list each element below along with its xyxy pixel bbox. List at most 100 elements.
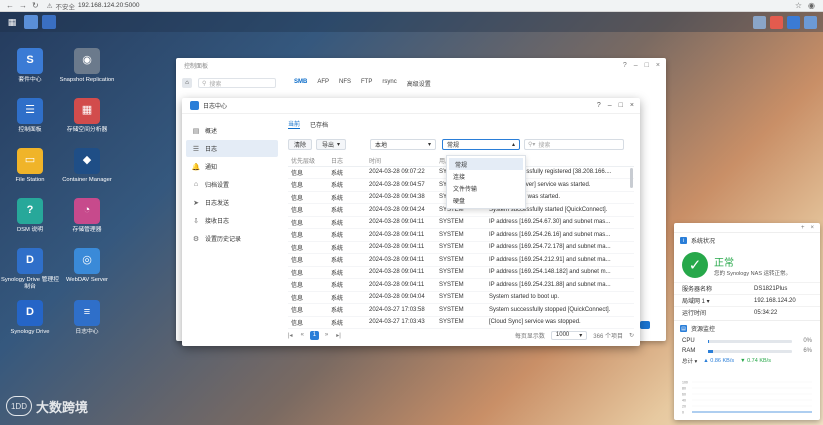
table-row[interactable]: 信息 系统 2024-03-27 17:03:58 SYSTEM System succ… [288, 303, 634, 317]
search-icon[interactable] [804, 15, 817, 29]
sidebar-item[interactable]: ▤ 概述 [186, 122, 278, 139]
log-search-input[interactable]: ⚲▾ 搜索 [524, 138, 624, 150]
sidebar-item[interactable]: ⚙ 设置历史记录 [186, 230, 278, 247]
taskbar-tray [753, 15, 817, 29]
chevron-down-icon: ▾ [427, 141, 431, 148]
tab-rsync[interactable]: rsync [382, 79, 396, 88]
back-icon[interactable]: ← [6, 1, 14, 10]
add-widget-icon[interactable]: + [801, 225, 805, 231]
column-header[interactable]: 优先层级 [288, 155, 328, 167]
dropdown-option[interactable]: 常规 [449, 158, 523, 170]
minimize-icon[interactable]: – [608, 102, 612, 109]
desktop-icon[interactable]: ≡ 日志中心 [57, 300, 117, 336]
tab-smb[interactable]: SMB [294, 79, 307, 88]
tab-archived[interactable]: 已存档 [310, 120, 328, 129]
sidebar-item[interactable]: ☰ 日志 [186, 140, 278, 157]
per-page-select[interactable]: 1000 ▾ [550, 330, 588, 340]
table-cell: 2024-03-28 09:07:22 [366, 166, 436, 179]
desktop-icon[interactable]: ? DSM 说明 [0, 198, 60, 234]
location-select[interactable]: 本地 ▾ [370, 138, 436, 150]
desktop-icon-label: 存储空间分析器 [66, 127, 108, 133]
control-panel-search-input[interactable]: ⚲ 搜索 [198, 78, 276, 88]
desktop-icon[interactable]: D Synology Drive 管理控制台 [0, 248, 60, 291]
desktop-icon[interactable]: ◆ Container Manager [57, 148, 117, 184]
dropdown-option[interactable]: 硬盘 [447, 194, 525, 206]
table-row[interactable]: 信息 系统 2024-03-28 09:04:11 SYSTEM IP address … [288, 253, 634, 267]
log-center-main: 当前 已存档 清除 导出 ▾ 本地 ▾ 常规 ▴ ⚲▾ 搜索 优先层级 日志 时间 用户… [288, 118, 634, 329]
table-row[interactable]: 信息 系统 2024-03-27 17:03:43 SYSTEM [Cloud Sync… [288, 316, 634, 329]
export-button[interactable]: 导出 ▾ [316, 138, 347, 150]
desktop-icon[interactable]: D Synology Drive [0, 300, 60, 336]
log-type-select[interactable]: 常规 ▴ [442, 138, 520, 150]
apply-button[interactable] [640, 321, 650, 329]
column-header[interactable]: 时间 [366, 155, 436, 167]
desktop-icon[interactable]: S 套件中心 [0, 48, 60, 84]
user-icon[interactable] [770, 15, 783, 29]
home-icon[interactable]: ⌂ [182, 78, 192, 88]
table-row[interactable]: 信息 系统 2024-03-28 09:04:11 SYSTEM IP address … [288, 216, 634, 229]
help-icon[interactable]: ? [623, 62, 627, 69]
address-bar[interactable]: ⚠ 不安全 192.168.124.20:5000 [47, 1, 140, 11]
table-row[interactable]: 信息 系统 2024-03-28 09:04:04 SYSTEM System star… [288, 291, 634, 304]
last-page-icon[interactable]: ▸| [336, 332, 341, 339]
taskbar-log-center-icon[interactable] [42, 15, 56, 29]
url-text[interactable]: 192.168.124.20:5000 [78, 2, 139, 9]
close-icon[interactable]: × [630, 102, 634, 109]
minimize-icon[interactable]: – [634, 62, 638, 69]
desktop-icon[interactable]: ☰ 控制面板 [0, 98, 60, 134]
tab-afp[interactable]: AFP [317, 79, 329, 88]
main-menu-icon[interactable]: ▦ [4, 14, 20, 30]
table-scrollbar[interactable] [630, 168, 633, 188]
tab-nfs[interactable]: NFS [339, 79, 351, 88]
total-select[interactable]: 总计 ▾ [682, 357, 697, 365]
column-header[interactable]: 日志 [328, 155, 366, 167]
prev-page-icon[interactable]: « [301, 332, 304, 338]
desktop-icon[interactable]: ◉ Snapshot Replication [57, 48, 117, 84]
desktop-icon[interactable]: ▦ 存储空间分析器 [57, 98, 117, 134]
notification-icon[interactable] [753, 15, 766, 29]
search-placeholder: 搜索 [209, 81, 222, 88]
table-cell: 2024-03-28 09:04:11 [366, 278, 436, 292]
chevron-down-icon: ▾ [337, 141, 341, 148]
sidebar-icon: ⌂ [193, 181, 199, 188]
table-row[interactable]: 信息 系统 2024-03-28 09:04:11 SYSTEM IP address … [288, 228, 634, 242]
table-row[interactable]: 信息 系统 2024-03-28 09:04:11 SYSTEM IP address … [288, 241, 634, 254]
app-icon: ◆ [74, 148, 100, 174]
tab-高级设置[interactable]: 高级设置 [407, 79, 431, 88]
table-cell: 2024-03-27 17:03:43 [366, 316, 436, 329]
star-icon[interactable]: ☆ [795, 1, 802, 10]
cpu-label: CPU [682, 338, 695, 344]
maximize-icon[interactable]: □ [619, 102, 623, 109]
sidebar-item[interactable]: 🔔 通知 [186, 158, 278, 175]
close-icon[interactable]: × [656, 62, 660, 69]
desktop-icon[interactable]: ◎ WebDAV Server [57, 248, 117, 284]
sidebar-item[interactable]: ⇩ 接收日志 [186, 212, 278, 229]
reload-icon[interactable]: ↻ [32, 1, 39, 10]
taskbar-control-panel-icon[interactable] [24, 15, 38, 29]
maximize-icon[interactable]: □ [645, 62, 649, 69]
profile-icon[interactable]: ◉ [808, 1, 815, 10]
forward-icon[interactable]: → [19, 1, 27, 10]
refresh-icon[interactable]: ↻ [629, 332, 634, 339]
app-icon: ☰ [17, 98, 43, 124]
desktop-icon[interactable]: ▭ File Station [0, 148, 60, 184]
log-center-window[interactable]: 日志中心 ? – □ × ▤ 概述 ☰ 日志 🔔 通知 ⌂ 归档设置 ➤ 日志发送 ⇩ 接收日志 ⚙ 设置… [182, 98, 640, 346]
current-page[interactable]: 1 [309, 330, 319, 340]
dropdown-option[interactable]: 连接 [447, 170, 525, 182]
dropdown-option[interactable]: 文件传输 [447, 182, 525, 194]
browser-nav: ← → ↻ [6, 1, 39, 10]
help-icon[interactable]: ? [597, 102, 601, 109]
clear-button[interactable]: 清除 [288, 138, 313, 150]
desktop-icon[interactable]: ◔ 存储管理器 [57, 198, 117, 234]
sidebar-item[interactable]: ➤ 日志发送 [186, 194, 278, 211]
sidebar-item[interactable]: ⌂ 归档设置 [186, 176, 278, 193]
tab-current[interactable]: 当前 [288, 119, 301, 129]
first-page-icon[interactable]: |◂ [288, 332, 293, 339]
tab-ftp[interactable]: FTP [361, 79, 372, 88]
table-row[interactable]: 信息 系统 2024-03-28 09:04:11 SYSTEM IP address … [288, 278, 634, 292]
table-cell: 系统 [328, 316, 366, 329]
widget-icon[interactable] [787, 15, 800, 29]
table-row[interactable]: 信息 系统 2024-03-28 09:04:11 SYSTEM IP address … [288, 266, 634, 279]
widget-close-icon[interactable]: × [810, 225, 814, 231]
next-page-icon[interactable]: » [325, 332, 328, 338]
